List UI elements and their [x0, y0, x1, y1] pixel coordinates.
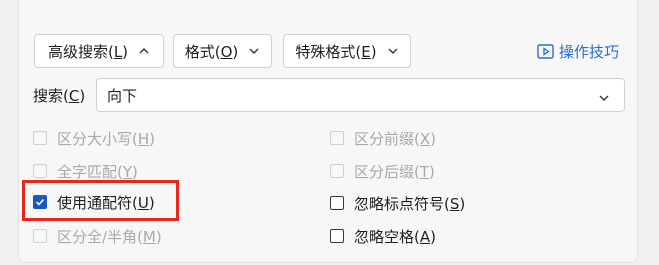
- checkbox[interactable]: [330, 229, 344, 243]
- option-ignore-whitespace[interactable]: 忽略空格(A): [330, 225, 436, 247]
- chevron-down-icon: [387, 45, 399, 57]
- option-match-suffix[interactable]: 区分后缀(T): [330, 160, 435, 182]
- chevron-up-icon: [138, 45, 150, 57]
- option-match-case[interactable]: 区分大小写(H): [33, 127, 155, 149]
- special-format-button[interactable]: 特殊格式(E): [283, 34, 411, 68]
- chevron-down-icon: [598, 90, 610, 102]
- search-direction-label: 搜索(C): [33, 87, 86, 105]
- operation-tips-link[interactable]: 操作技巧: [537, 38, 619, 64]
- option-label: 全字匹配(Y): [57, 162, 138, 181]
- advanced-search-label: 高级搜索(L): [47, 42, 129, 61]
- highlight-box: [22, 180, 179, 221]
- chevron-down-icon: [248, 45, 260, 57]
- option-ignore-punctuation[interactable]: 忽略标点符号(S): [330, 192, 465, 214]
- checkbox[interactable]: [33, 164, 47, 178]
- checkbox[interactable]: [330, 131, 344, 145]
- option-whole-word[interactable]: 全字匹配(Y): [33, 160, 138, 182]
- option-label: 区分后缀(T): [354, 162, 435, 181]
- option-match-prefix[interactable]: 区分前缀(X): [330, 127, 436, 149]
- advanced-search-button[interactable]: 高级搜索(L): [34, 34, 164, 68]
- format-button[interactable]: 格式(O): [173, 34, 272, 68]
- special-format-label: 特殊格式(E): [295, 42, 377, 61]
- option-label: 区分前缀(X): [354, 129, 436, 148]
- search-direction-select[interactable]: 向下: [96, 78, 625, 112]
- format-label: 格式(O): [184, 42, 239, 61]
- option-label: 区分大小写(H): [57, 129, 155, 148]
- option-label: 忽略空格(A): [354, 227, 436, 246]
- search-direction-value: 向下: [107, 86, 138, 105]
- option-match-width[interactable]: 区分全/半角(M): [33, 225, 162, 247]
- option-label: 忽略标点符号(S): [354, 194, 466, 213]
- checkbox[interactable]: [330, 196, 344, 210]
- operation-tips-label: 操作技巧: [559, 42, 620, 61]
- checkbox[interactable]: [33, 131, 47, 145]
- checkbox[interactable]: [33, 229, 47, 243]
- checkbox[interactable]: [330, 164, 344, 178]
- option-label: 区分全/半角(M): [57, 227, 162, 246]
- play-tips-icon: [537, 43, 554, 59]
